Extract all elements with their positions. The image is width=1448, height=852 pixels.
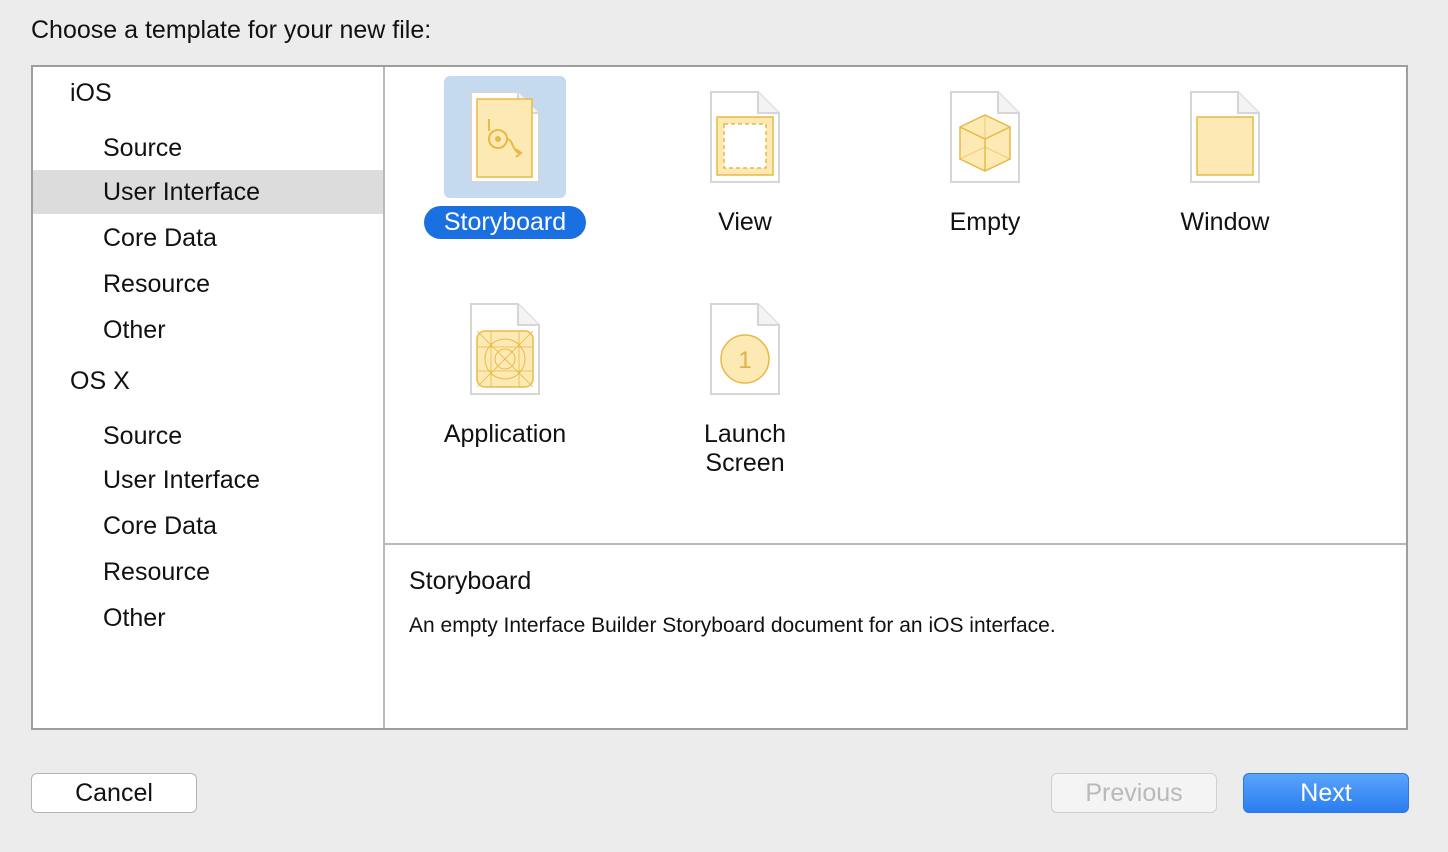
section-header-osx: OS X xyxy=(70,367,130,395)
storyboard-file-icon xyxy=(470,91,540,183)
template-label: Empty xyxy=(949,208,1021,236)
template-window[interactable]: Window xyxy=(1125,76,1325,239)
sidebar-item-osx-core-data[interactable]: Core Data xyxy=(33,504,383,548)
sidebar-item-osx-source[interactable]: Source xyxy=(33,414,383,458)
sidebar-item-ios-other[interactable]: Other xyxy=(33,308,383,352)
template-label: Storyboard xyxy=(423,206,587,239)
cancel-button[interactable]: Cancel xyxy=(31,773,197,813)
template-application[interactable]: Application xyxy=(405,288,605,451)
platform-sidebar: iOS Source User Interface Core Data Reso… xyxy=(33,67,385,728)
grid-description-divider xyxy=(385,543,1406,545)
application-file-icon xyxy=(470,303,540,395)
template-grid: Storyboard View Empty Window Application… xyxy=(385,67,1406,543)
sidebar-item-osx-user-interface[interactable]: User Interface xyxy=(33,458,383,502)
launch-screen-file-icon: 1 xyxy=(710,303,780,395)
template-label: Launch Screen xyxy=(703,420,787,477)
sidebar-item-ios-resource[interactable]: Resource xyxy=(33,262,383,306)
template-storyboard[interactable]: Storyboard xyxy=(405,76,605,239)
template-label: Window xyxy=(1180,208,1270,236)
launch-screen-badge: 1 xyxy=(738,347,751,374)
template-chooser: iOS Source User Interface Core Data Reso… xyxy=(31,65,1408,730)
window-file-icon xyxy=(1190,91,1260,183)
description-text: An empty Interface Builder Storyboard do… xyxy=(409,614,1056,637)
previous-button[interactable]: Previous xyxy=(1051,773,1217,813)
template-label: View xyxy=(718,208,772,236)
section-header-ios: iOS xyxy=(70,79,112,107)
empty-file-icon xyxy=(950,91,1020,183)
dialog-prompt: Choose a template for your new file: xyxy=(31,16,432,44)
template-view[interactable]: View xyxy=(645,76,845,239)
template-description: Storyboard An empty Interface Builder St… xyxy=(409,567,1386,638)
sidebar-item-ios-user-interface[interactable]: User Interface xyxy=(33,170,383,214)
next-button[interactable]: Next xyxy=(1243,773,1409,813)
description-title: Storyboard xyxy=(409,567,532,595)
template-label: Application xyxy=(443,420,567,448)
sidebar-item-osx-other[interactable]: Other xyxy=(33,596,383,640)
template-launch-screen[interactable]: 1 Launch Screen xyxy=(645,288,845,480)
sidebar-item-ios-source[interactable]: Source xyxy=(33,126,383,170)
view-file-icon xyxy=(710,91,780,183)
sidebar-item-ios-core-data[interactable]: Core Data xyxy=(33,216,383,260)
sidebar-item-osx-resource[interactable]: Resource xyxy=(33,550,383,594)
template-empty[interactable]: Empty xyxy=(885,76,1085,239)
